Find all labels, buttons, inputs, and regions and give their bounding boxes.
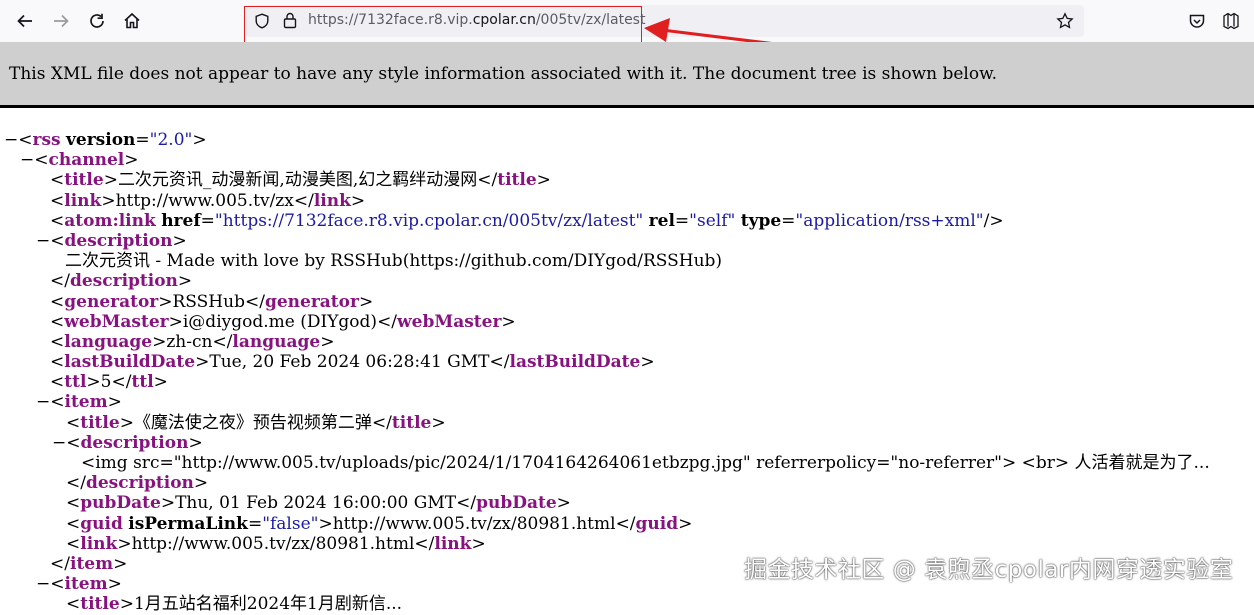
webmaster-line: <webMaster>i@diygod.me (DIYgod)</webMast… [50, 311, 516, 332]
collapse-toggle[interactable]: − [36, 574, 50, 594]
item2-title-line: <title>1月五站名福利2024年1月剧新信... [66, 594, 403, 615]
forward-icon[interactable] [46, 5, 76, 37]
url-text[interactable]: https://7132face.r8.vip.cpolar.cn/005tv/… [308, 11, 645, 29]
browser-toolbar: https://7132face.r8.vip.cpolar.cn/005tv/… [0, 0, 1254, 42]
channel-title-line: <title>二次元资讯_动漫新闻,动漫美图,幻之羁绊动漫网</title> [50, 170, 551, 191]
collapse-toggle[interactable]: − [4, 130, 18, 150]
item-description-open: −<description> [52, 432, 203, 453]
reload-icon[interactable] [82, 5, 112, 37]
pocket-icon[interactable] [1182, 5, 1212, 37]
item-description-text: <img src="http://www.005.tv/uploads/pic/… [81, 453, 1210, 473]
bookmark-star-icon[interactable] [1056, 12, 1074, 34]
ttl-line: <ttl>5</ttl> [50, 372, 168, 393]
item-title-line: <title>《魔法使之夜》预告视频第二弹</title> [66, 412, 446, 433]
item-pubdate-line: <pubDate>Thu, 01 Feb 2024 16:00:00 GMT</… [66, 493, 571, 514]
item-description-close: </description> [66, 473, 209, 494]
lock-icon[interactable] [283, 12, 297, 33]
xml-tree: −<rss version="2.0"> −<channel> <title>二… [0, 130, 1210, 615]
collapse-toggle[interactable]: − [36, 231, 50, 251]
watermark: 掘金技术社区 @ 袁煦丞cpolar内网穿透实验室 [744, 557, 1234, 583]
atom-link-line: <atom:link href="https://7132face.r8.vip… [50, 210, 1004, 231]
collapse-toggle[interactable]: − [36, 392, 50, 412]
collapse-toggle[interactable]: − [52, 433, 66, 453]
shield-icon[interactable] [254, 13, 270, 33]
channel-description-close: </description> [50, 271, 193, 292]
collapse-toggle[interactable]: − [20, 150, 34, 170]
back-icon[interactable] [10, 5, 40, 37]
banner-text: This XML file does not appear to have an… [9, 64, 998, 84]
lastbuilddate-line: <lastBuildDate>Tue, 20 Feb 2024 06:28:41… [50, 352, 655, 373]
xml-info-banner: This XML file does not appear to have an… [0, 42, 1254, 108]
rss-open-line: −<rss version="2.0"> [4, 130, 207, 150]
extensions-icon[interactable] [1216, 5, 1246, 37]
channel-link-line: <link>http://www.005.tv/zx</link> [50, 190, 366, 211]
item-open-line: −<item> [36, 392, 122, 413]
generator-line: <generator>RSSHub</generator> [50, 291, 374, 312]
channel-description-text: 二次元资讯 - Made with love by RSSHub(https:/… [65, 251, 723, 272]
channel-open-line: −<channel> [20, 150, 139, 171]
channel-description-open: −<description> [36, 230, 187, 251]
language-line: <language>zh-cn</language> [50, 331, 335, 352]
home-icon[interactable] [117, 5, 147, 37]
item-guid-line: <guid isPermaLink="false">http://www.005… [66, 513, 693, 534]
